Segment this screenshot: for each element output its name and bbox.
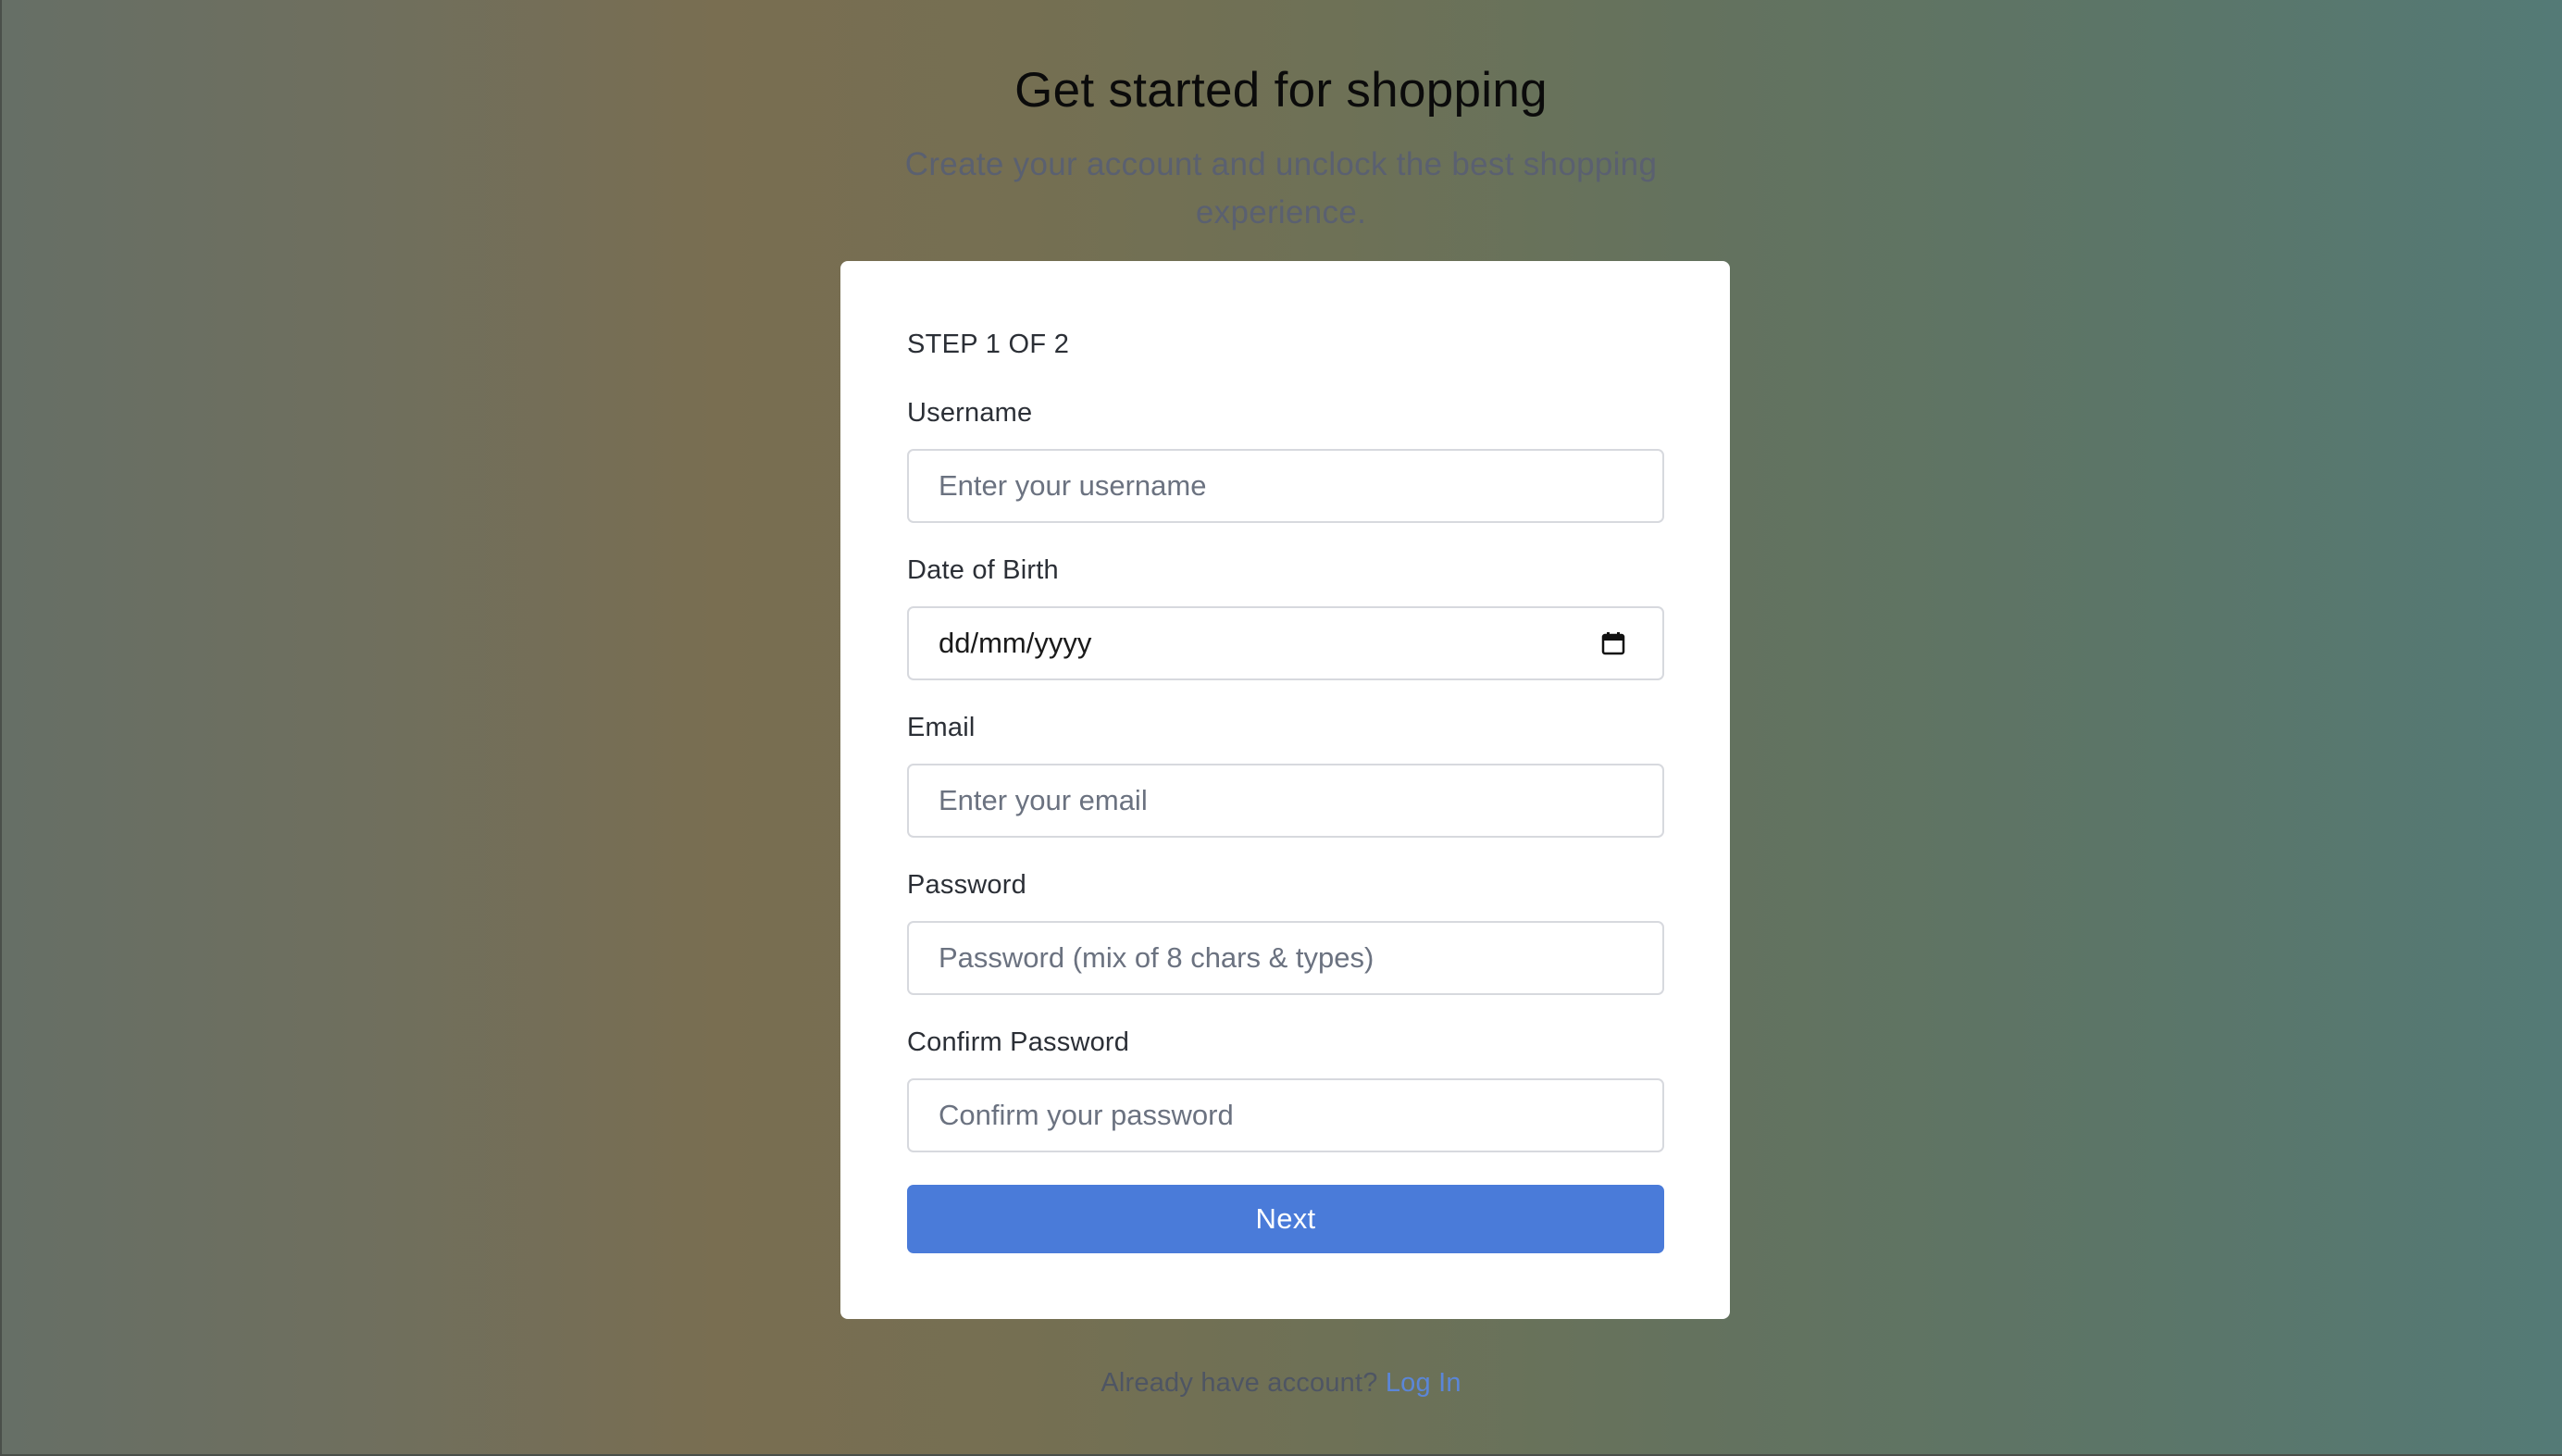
- page-header: Get started for shopping Create your acc…: [0, 57, 2562, 237]
- password-label: Password: [907, 870, 1026, 900]
- email-label: Email: [907, 713, 976, 742]
- login-link[interactable]: Log In: [1386, 1368, 1461, 1398]
- username-placeholder: Enter your username: [939, 469, 1207, 502]
- step-indicator: STEP 1 OF 2: [907, 330, 1070, 359]
- date-of-birth-input[interactable]: dd/mm/yyyy: [907, 606, 1664, 680]
- signup-card: STEP 1 OF 2 Username Enter your username…: [840, 261, 1730, 1319]
- date-of-birth-label: Date of Birth: [907, 555, 1059, 585]
- confirm-password-input[interactable]: Confirm your password: [907, 1078, 1664, 1152]
- username-input[interactable]: Enter your username: [907, 449, 1664, 523]
- page-title: Get started for shopping: [1014, 63, 1548, 118]
- password-placeholder: Password (mix of 8 chars & types): [939, 941, 1374, 974]
- email-placeholder: Enter your email: [939, 784, 1148, 816]
- page-subtitle: Create your account and unclock the best…: [904, 146, 1658, 230]
- login-prompt-text: Already have account?: [1101, 1368, 1378, 1398]
- next-button[interactable]: Next: [907, 1185, 1664, 1253]
- password-input[interactable]: Password (mix of 8 chars & types): [907, 921, 1664, 995]
- confirm-password-placeholder: Confirm your password: [939, 1099, 1234, 1131]
- email-input[interactable]: Enter your email: [907, 764, 1664, 838]
- confirm-password-label: Confirm Password: [907, 1027, 1130, 1057]
- calendar-icon[interactable]: [1601, 631, 1625, 655]
- login-prompt: Already have account? Log In: [0, 1368, 2562, 1399]
- date-of-birth-placeholder: dd/mm/yyyy: [939, 627, 1092, 659]
- username-label: Username: [907, 398, 1033, 428]
